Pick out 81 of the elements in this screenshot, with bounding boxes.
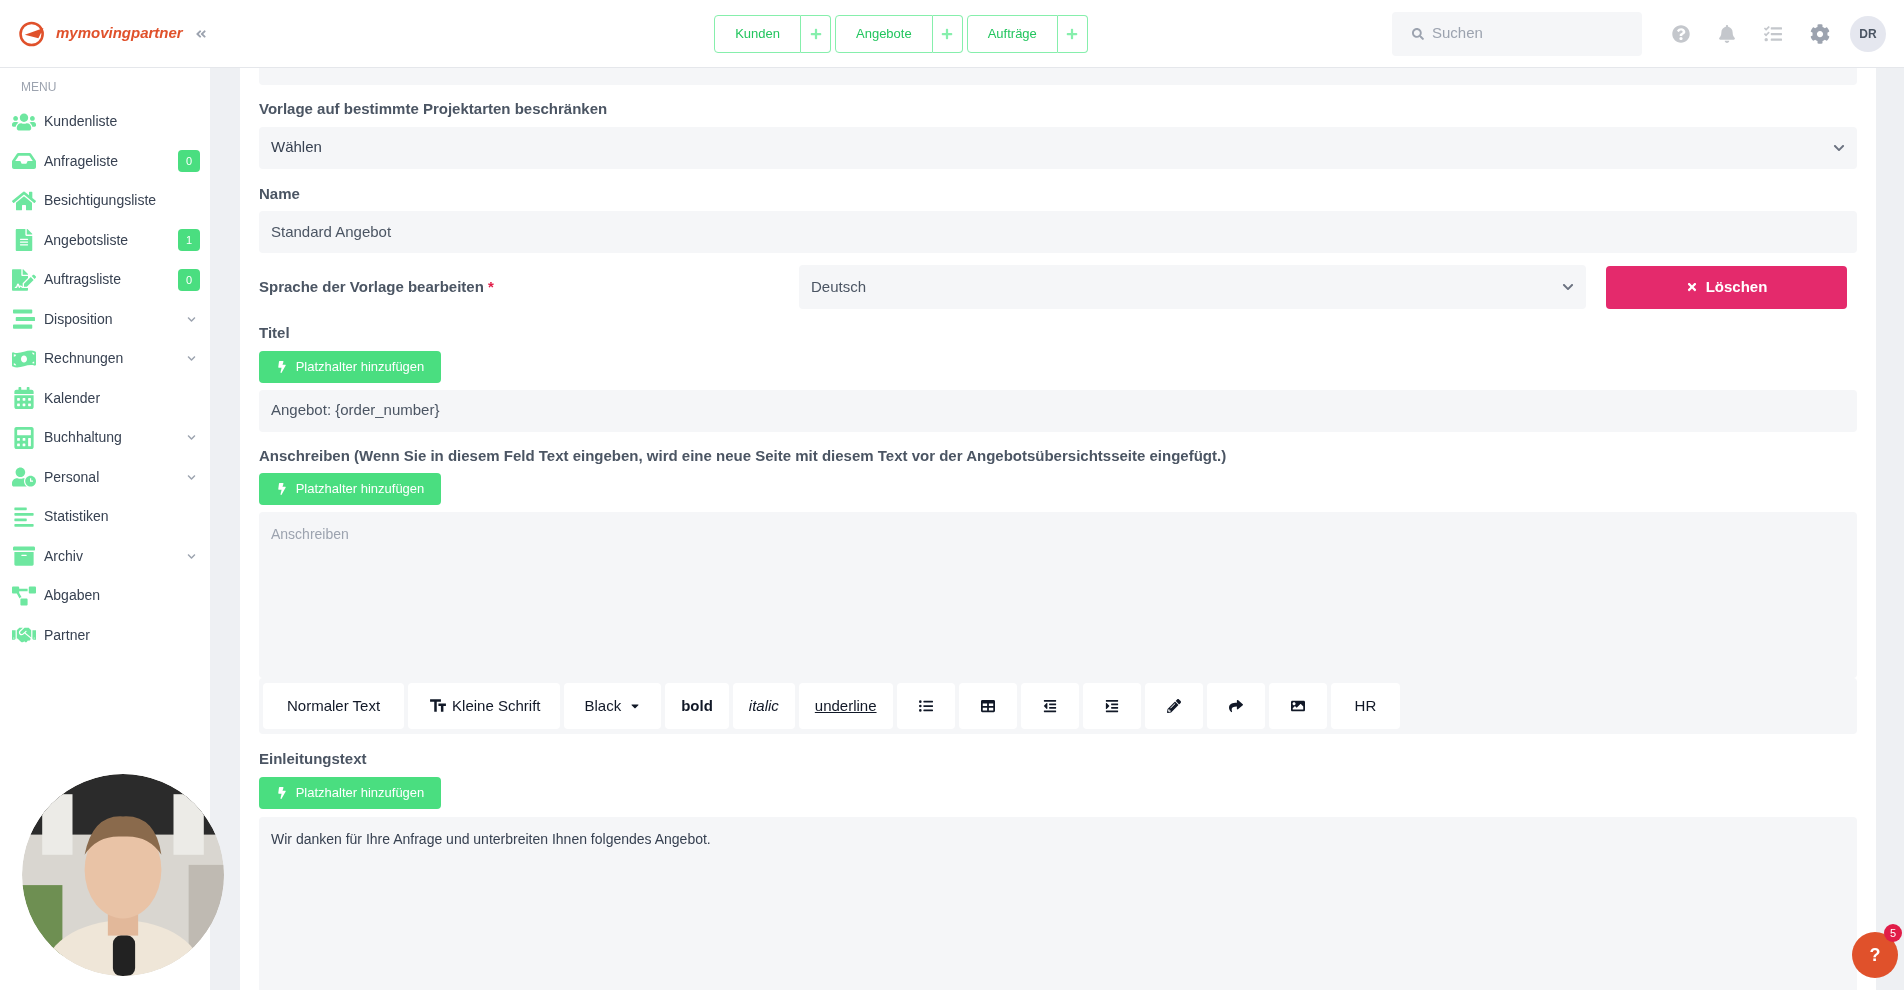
italic-button[interactable]: italic xyxy=(732,683,795,729)
menu-heading: MENU xyxy=(20,79,58,96)
outdent-button[interactable] xyxy=(1020,683,1079,729)
sidebar-item[interactable]: Anfrageliste 0 xyxy=(0,141,210,181)
redo-icon xyxy=(1228,699,1243,713)
chevron-icon xyxy=(187,472,196,482)
table-icon xyxy=(980,699,995,713)
archive-icon xyxy=(12,545,36,568)
sidebar-item[interactable]: Disposition xyxy=(0,299,210,339)
small-font-button[interactable]: Kleine Schrift xyxy=(408,683,561,729)
list-icon xyxy=(918,699,933,713)
chevron-icon xyxy=(187,314,196,324)
count-badge: 1 xyxy=(178,229,200,252)
count-badge: 0 xyxy=(178,150,200,173)
pencil-button[interactable] xyxy=(1144,683,1203,729)
sidebar-item[interactable]: Statistiken xyxy=(0,497,210,537)
settings-icon[interactable] xyxy=(1810,23,1830,44)
indent-button[interactable] xyxy=(1082,683,1141,729)
notifications-icon[interactable] xyxy=(1718,24,1736,43)
bolt-icon xyxy=(275,360,288,373)
pencil-icon xyxy=(1166,699,1181,713)
field-label: Sprache der Vorlage bearbeiten * xyxy=(259,276,495,297)
chevron-icon xyxy=(187,551,196,561)
bolt-icon xyxy=(275,483,288,495)
text-field[interactable]: Angebot: {order_number} xyxy=(259,389,1857,432)
bars-icon xyxy=(12,505,36,528)
sidebar-item[interactable]: Archiv xyxy=(0,536,210,576)
add-button[interactable] xyxy=(932,14,963,53)
select-field[interactable]: Wählen xyxy=(259,126,1857,169)
color-dropdown[interactable]: Black xyxy=(564,683,662,729)
text-field[interactable] xyxy=(259,68,1857,85)
plus-icon xyxy=(941,27,954,40)
sidebar-item[interactable]: Rechnungen xyxy=(0,339,210,379)
help-icon[interactable] xyxy=(1672,24,1690,43)
sidebar-item[interactable]: Kundenliste xyxy=(0,102,210,142)
list-button[interactable] xyxy=(896,683,955,729)
select-field[interactable]: Deutsch xyxy=(799,265,1586,309)
bold-button[interactable]: bold xyxy=(665,683,729,729)
checklist-icon[interactable] xyxy=(1764,24,1782,43)
outdent-icon xyxy=(1042,699,1057,713)
image-icon xyxy=(1290,699,1305,713)
network-icon xyxy=(12,584,36,607)
plus-icon xyxy=(1066,27,1079,40)
logo-text: mymovingpartner xyxy=(56,23,183,44)
chevron-icon xyxy=(187,433,196,443)
sidebar-item[interactable]: Auftragsliste 0 xyxy=(0,260,210,300)
count-badge: 0 xyxy=(178,268,200,291)
text-area[interactable]: Wir danken für Ihre Anfrage und unterbreiten Ihnen folgendes Angebot. xyxy=(259,816,1857,990)
close-icon xyxy=(1685,281,1698,293)
sidebar-item[interactable]: Kalender xyxy=(0,378,210,418)
underline-button[interactable]: underline xyxy=(798,683,893,729)
text-field[interactable]: Standard Angebot xyxy=(259,211,1857,253)
delete-button[interactable]: Löschen xyxy=(1606,265,1847,309)
collapse-icon[interactable] xyxy=(194,27,207,40)
notification-badge: 5 xyxy=(1884,924,1902,942)
sidebar-item[interactable]: Partner xyxy=(0,615,210,655)
redo-button[interactable] xyxy=(1206,683,1265,729)
image-button[interactable] xyxy=(1268,683,1327,729)
bolt-icon xyxy=(275,786,288,799)
table-button[interactable] xyxy=(958,683,1017,729)
add-button[interactable] xyxy=(1057,14,1088,53)
sidebar-item[interactable]: Buchhaltung xyxy=(0,418,210,458)
sidebar-item[interactable]: Besichtigungsliste xyxy=(0,181,210,221)
gantt-icon xyxy=(12,308,36,331)
house-icon xyxy=(12,189,36,212)
sidebar-item[interactable]: Abgaben xyxy=(0,576,210,616)
chevron-icon xyxy=(187,354,196,364)
search-icon xyxy=(1412,27,1424,40)
sidebar-item[interactable]: Angebotsliste 1 xyxy=(0,220,210,260)
format-button[interactable]: HR xyxy=(1330,683,1401,729)
user-clock-icon xyxy=(12,466,36,489)
user-avatar[interactable]: DR xyxy=(1850,15,1886,52)
indent-icon xyxy=(1104,699,1119,713)
document-icon xyxy=(12,268,36,291)
sidebar-item[interactable]: Personal xyxy=(0,457,210,497)
calendar-icon xyxy=(12,387,36,410)
calculator-icon xyxy=(12,426,36,449)
chevron-icon xyxy=(1562,281,1574,293)
format-button[interactable]: Normaler Text xyxy=(263,683,405,729)
add-button[interactable] xyxy=(801,14,831,53)
plus-icon xyxy=(809,27,822,40)
